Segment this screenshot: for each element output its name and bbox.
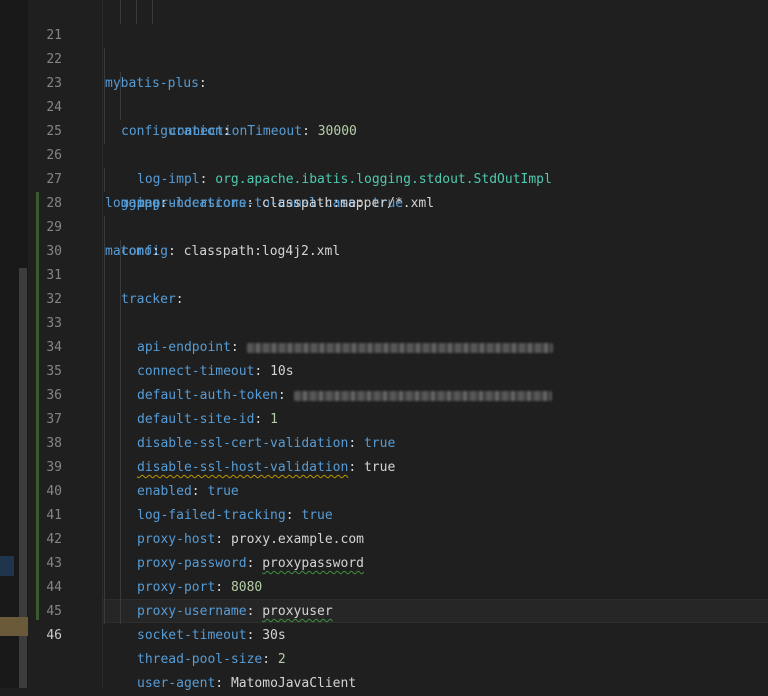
line-number: 46 <box>46 628 62 643</box>
code-line[interactable]: 28 config: classpath:log4j2.xml <box>0 168 768 259</box>
indent-guide <box>104 312 105 336</box>
indent-guide <box>104 288 105 312</box>
code-line[interactable]: 23 configuration: <box>0 48 768 139</box>
indent-guide <box>120 456 121 480</box>
code-line[interactable]: 38 log-failed-tracking: true <box>0 408 768 523</box>
indent-guide <box>120 528 121 552</box>
code-line[interactable]: 35 disable-ssl-cert-validation: true <box>0 336 768 451</box>
indent-guide <box>120 72 121 96</box>
indent-guide <box>104 456 105 480</box>
code-line[interactable]: 39 proxy-host: proxy.example.com <box>0 432 768 547</box>
yaml-key: socket-timeout <box>137 628 247 643</box>
indent-guide <box>120 336 121 360</box>
indent-guide <box>104 216 105 240</box>
code-line[interactable]: 41 proxy-port: 8080 <box>0 480 768 595</box>
indent-guide <box>120 384 121 408</box>
indent-guide <box>104 528 105 552</box>
indent-guide <box>120 0 121 24</box>
code-line[interactable]: 27 logging: <box>0 144 768 211</box>
indent-guide <box>104 432 105 456</box>
indent-guide <box>120 576 121 600</box>
indent-guide <box>104 480 105 504</box>
code-line[interactable]: 36 disable-ssl-host-validation: true <box>0 360 768 475</box>
yaml-value: MatomoJavaClient <box>230 676 357 691</box>
indent-guide <box>104 408 105 432</box>
indent-guide <box>104 384 105 408</box>
code-line[interactable]: 42 proxy-username: proxyuser <box>0 504 768 619</box>
code-line[interactable]: 44 thread-pool-size: 2 <box>0 552 768 667</box>
indent-guide <box>104 552 105 576</box>
indent-guide <box>120 360 121 384</box>
indent-guide <box>104 360 105 384</box>
indent-guide <box>120 552 121 576</box>
indent-guide <box>136 0 137 24</box>
code-line[interactable]: 43 socket-timeout: 30s <box>0 528 768 643</box>
code-line[interactable]: 30 tracker: <box>0 216 768 307</box>
indent-guide <box>152 0 153 24</box>
indent-guide <box>120 408 121 432</box>
code-line[interactable]: 32 connect-timeout: 10s <box>0 264 768 379</box>
code-line[interactable]: 22 mybatis-plus: <box>0 24 768 91</box>
code-line[interactable]: 33 default-auth-token: <box>0 288 768 403</box>
code-line[interactable]: 31 api-endpoint: <box>0 240 768 355</box>
yaml-key: user-agent <box>137 676 216 691</box>
indent-guide <box>120 480 121 504</box>
indent-guide <box>104 600 105 624</box>
indent-guide <box>120 312 121 336</box>
indent-guide <box>104 336 105 360</box>
code-line-current[interactable]: 46 <box>0 600 768 643</box>
indent-guide <box>104 72 105 96</box>
yaml-value: 2 <box>277 652 286 667</box>
indent-guide <box>120 504 121 528</box>
code-line[interactable]: 34 default-site-id: 1 <box>0 312 768 427</box>
indent-guide <box>104 48 105 72</box>
indent-guide <box>104 264 105 288</box>
indent-guide <box>104 504 105 528</box>
code-line[interactable]: 40 proxy-password: proxypassword <box>0 456 768 571</box>
yaml-key: thread-pool-size <box>137 652 263 667</box>
code-line[interactable]: 24 log-impl: org.apache.ibatis.logging.s… <box>0 72 768 187</box>
indent-guide <box>120 264 121 288</box>
indent-guide <box>104 120 105 144</box>
indent-guide <box>104 96 105 120</box>
code-line[interactable]: 45 user-agent: MatomoJavaClient <box>0 576 768 691</box>
indent-guide <box>104 576 105 600</box>
indent-guide <box>120 96 121 120</box>
indent-guide <box>104 168 105 192</box>
indent-guide <box>104 240 105 264</box>
code-line[interactable]: 29 matomo: <box>0 192 768 259</box>
indent-guide <box>120 288 121 312</box>
code-line[interactable]: 25 map-underscore-to-camel-case: true <box>0 96 768 211</box>
yaml-value: 30s <box>262 628 286 643</box>
code-line[interactable]: 26 mapper-locations: classpath:mapper/*.… <box>0 120 768 211</box>
code-line[interactable]: 37 enabled: true <box>0 384 768 499</box>
indent-guide <box>120 240 121 264</box>
indent-guide <box>120 600 121 624</box>
code-line[interactable]: 21 connectionTimeout: 30000 <box>0 0 768 139</box>
indent-guide <box>120 432 121 456</box>
